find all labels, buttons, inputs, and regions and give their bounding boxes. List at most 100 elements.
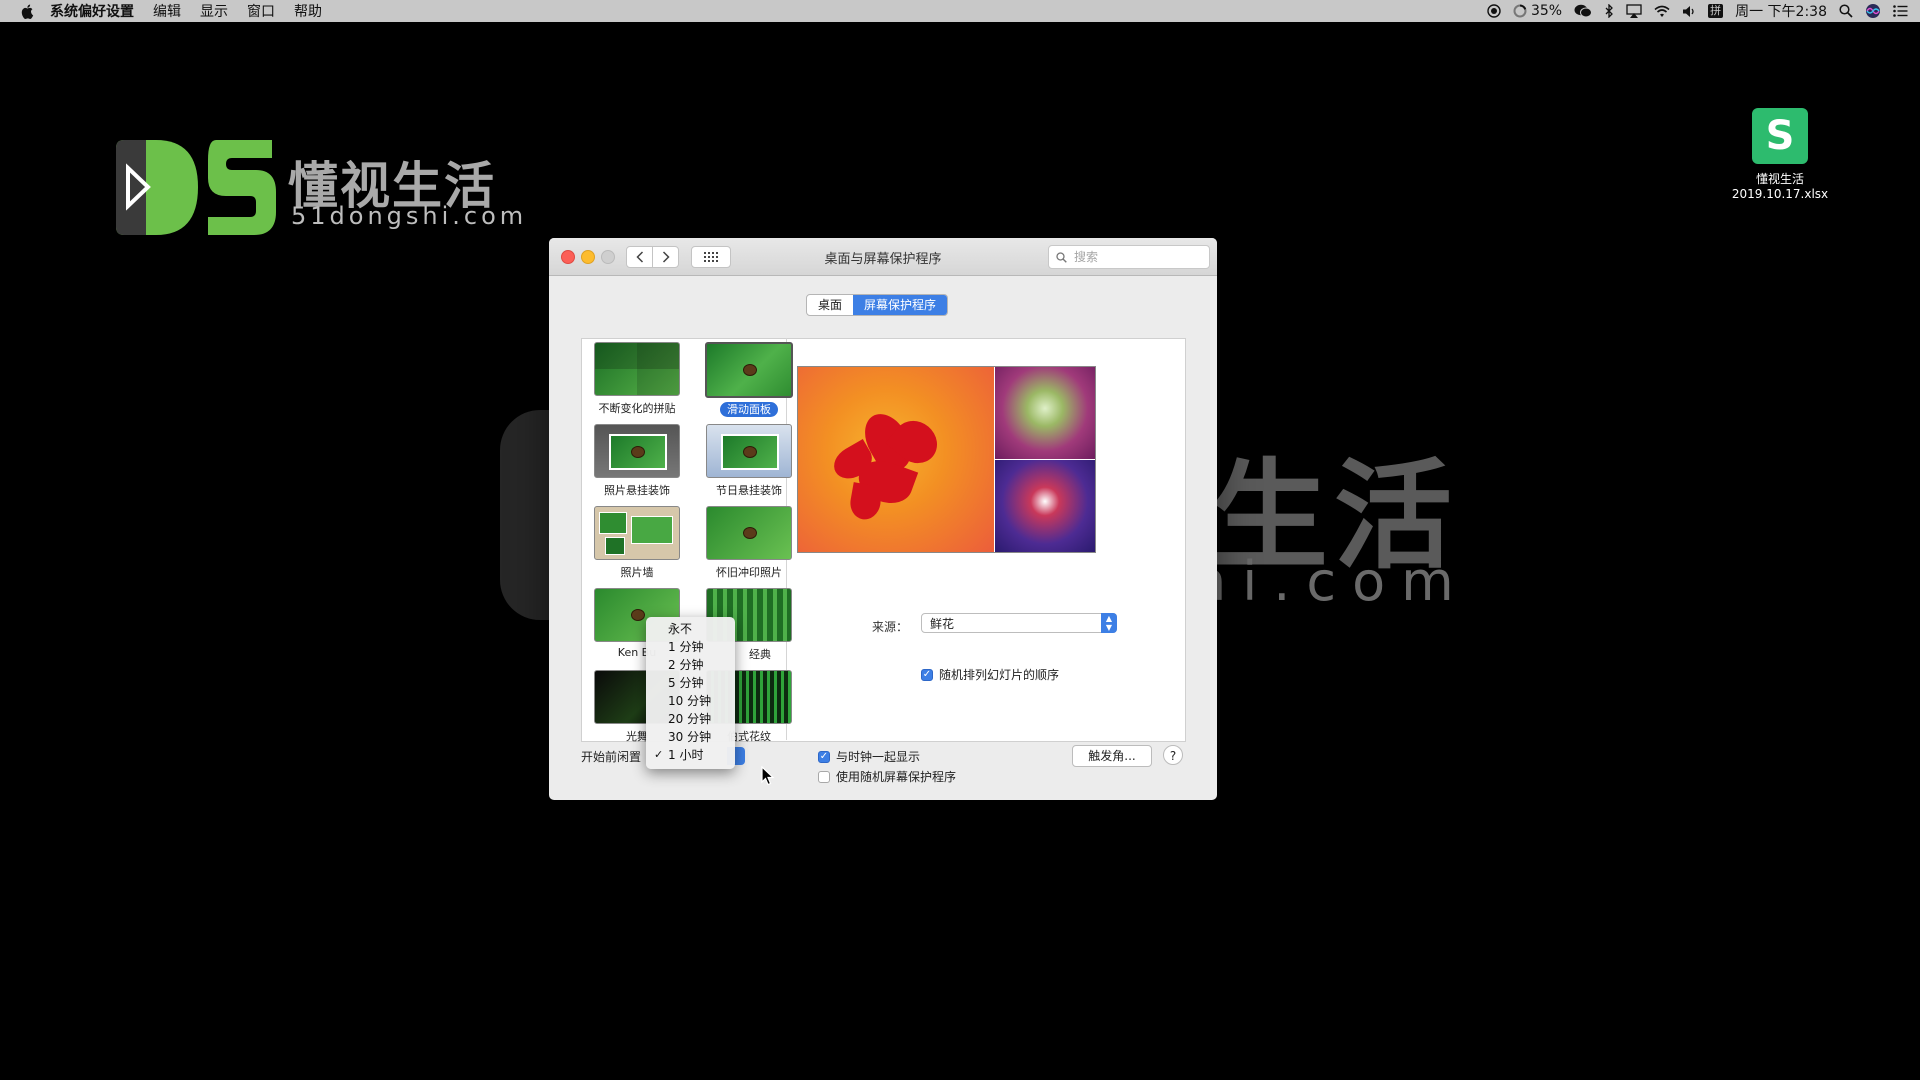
source-label: 来源： [872, 620, 909, 634]
menu-help[interactable]: 帮助 [294, 1, 322, 21]
window-titlebar[interactable]: 桌面与屏幕保护程序 [549, 238, 1217, 276]
screensaver-thumbnail [705, 342, 793, 398]
screensaver-item-holiday-mobile[interactable]: 节日悬挂装饰 [699, 424, 799, 498]
checkmark-icon: ✓ [654, 748, 664, 761]
battery-ring-icon [1513, 4, 1527, 18]
preview-flower-bottom-right [995, 460, 1095, 552]
idle-option-20-min[interactable]: 20 分钟 [646, 710, 735, 728]
hot-corners-button[interactable]: 触发角... [1072, 745, 1152, 767]
search-input[interactable] [1072, 249, 1196, 265]
spreadsheet-file-icon: S [1752, 108, 1808, 164]
ladybug-icon [631, 446, 645, 458]
watermark-url: hi.com [1192, 550, 1470, 613]
search-icon [1056, 251, 1067, 263]
ladybug-icon [743, 364, 757, 376]
screensaver-label: 照片悬挂装饰 [604, 484, 670, 497]
screensaver-thumbnail [594, 506, 680, 560]
shuffle-label: 随机排列幻灯片的顺序 [939, 668, 1060, 682]
spotlight-search-icon[interactable] [1839, 4, 1853, 18]
screensaver-thumbnail [706, 424, 792, 478]
ds-logo-mark-icon [116, 140, 276, 235]
screensaver-item-shifting-tiles[interactable]: 不断变化的拼贴 [587, 342, 687, 416]
tab-bar: 桌面 屏幕保护程序 [806, 294, 949, 316]
preview-flower-main [798, 367, 994, 552]
shuffle-checkbox[interactable]: ✓ [921, 668, 933, 681]
idle-option-label: 1 小时 [668, 748, 704, 762]
notification-center-icon[interactable] [1893, 5, 1908, 17]
brand-logo-url: 51dongshi.com [291, 202, 528, 230]
wechat-icon[interactable] [1574, 4, 1593, 18]
screensaver-label: 不断变化的拼贴 [598, 402, 676, 415]
record-icon[interactable] [1487, 4, 1501, 18]
idle-option-30-min[interactable]: 30 分钟 [646, 728, 735, 746]
show-clock-checkbox-row[interactable]: ✓ 与时钟一起显示 [818, 748, 920, 765]
ladybug-icon [743, 527, 757, 539]
source-value: 鲜花 [930, 617, 955, 631]
random-saver-checkbox[interactable] [818, 770, 830, 783]
updown-arrows-icon: ▲ ▼ [1101, 613, 1117, 633]
random-saver-label: 使用随机屏幕保护程序 [836, 770, 957, 784]
menu-clock[interactable]: 周一 下午2:38 [1735, 1, 1827, 21]
siri-icon[interactable] [1865, 3, 1881, 19]
status-area: 35% 拼 周一 下午2:38 [1475, 0, 1908, 22]
screensaver-item-photo-mobile[interactable]: 照片悬挂装饰 [587, 424, 687, 498]
desktop-file-xlsx[interactable]: S 懂视生活 2019.10.17.xlsx [1720, 108, 1840, 202]
input-method-icon[interactable]: 拼 [1708, 4, 1724, 18]
desktop-file-name-line1: 懂视生活 [1755, 172, 1804, 186]
idle-option-1-hour[interactable]: ✓ 1 小时 [646, 746, 735, 764]
source-select[interactable]: 鲜花 ▲ ▼ [921, 613, 1117, 633]
mouse-cursor-icon [761, 766, 775, 786]
idle-option-label: 2 分钟 [668, 658, 704, 672]
idle-option-label: 5 分钟 [668, 676, 704, 690]
screensaver-item-sliding-panels[interactable]: 滑动面板 [699, 342, 799, 417]
screensaver-label: 照片墙 [620, 566, 654, 579]
menu-view[interactable]: 显示 [200, 1, 228, 21]
idle-option-10-min[interactable]: 10 分钟 [646, 692, 735, 710]
screensaver-thumbnail [594, 424, 680, 478]
idle-option-2-min[interactable]: 2 分钟 [646, 656, 735, 674]
screensaver-label-selected: 滑动面板 [720, 402, 778, 417]
bluetooth-icon[interactable] [1604, 4, 1614, 18]
airplay-icon[interactable] [1626, 4, 1642, 18]
show-clock-label: 与时钟一起显示 [836, 750, 921, 764]
screensaver-label: 节日悬挂装饰 [716, 484, 782, 497]
idle-option-1-min[interactable]: 1 分钟 [646, 638, 735, 656]
idle-option-label: 20 分钟 [668, 712, 712, 726]
ladybug-icon [743, 446, 757, 458]
screensaver-thumbnail [706, 506, 792, 560]
idle-option-never[interactable]: 永不 [646, 620, 735, 638]
screensaver-preview [797, 366, 1096, 553]
idle-option-label: 1 分钟 [668, 640, 704, 654]
tab-screensaver[interactable]: 屏幕保护程序 [853, 295, 948, 315]
tab-desktop[interactable]: 桌面 [807, 295, 853, 315]
desktop-file-name-line2: 2019.10.17.xlsx [1731, 187, 1829, 201]
random-saver-checkbox-row[interactable]: 使用随机屏幕保护程序 [818, 768, 956, 785]
screensaver-item-photo-wall[interactable]: 照片墙 [587, 506, 687, 580]
input-method-label: 拼 [1708, 4, 1724, 18]
menu-window[interactable]: 窗口 [247, 1, 275, 21]
menu-app-name[interactable]: 系统偏好设置 [50, 1, 134, 21]
show-clock-checkbox[interactable]: ✓ [818, 750, 830, 763]
brand-logo: 懂视生活 51dongshi.com [116, 140, 523, 240]
shuffle-checkbox-row[interactable]: ✓ 随机排列幻灯片的顺序 [921, 666, 1059, 683]
screensaver-label: 怀旧冲印照片 [716, 566, 782, 579]
idle-time-label: 开始前闲置 [581, 750, 642, 764]
idle-option-label: 30 分钟 [668, 730, 712, 744]
idle-option-label: 10 分钟 [668, 694, 712, 708]
menu-bar: 系统偏好设置 编辑 显示 窗口 帮助 35% 拼 周一 下午2:38 [0, 0, 1920, 22]
menu-edit[interactable]: 编辑 [153, 1, 181, 21]
battery-status[interactable]: 35% [1513, 3, 1562, 19]
desktop-file-name: 懂视生活 2019.10.17.xlsx [1720, 172, 1840, 202]
screensaver-item-vintage-prints[interactable]: 怀旧冲印照片 [699, 506, 799, 580]
idle-time-menu: 永不 1 分钟 2 分钟 5 分钟 10 分钟 20 分钟 30 分钟 ✓ 1 … [646, 617, 735, 769]
help-button[interactable]: ? [1163, 745, 1183, 765]
apple-icon[interactable] [20, 3, 36, 19]
idle-option-5-min[interactable]: 5 分钟 [646, 674, 735, 692]
idle-option-label: 永不 [668, 622, 693, 636]
volume-icon[interactable] [1682, 5, 1696, 18]
wifi-icon[interactable] [1654, 5, 1670, 18]
screensaver-thumbnail [594, 342, 680, 396]
battery-percent: 35% [1530, 3, 1563, 19]
search-field[interactable] [1048, 245, 1210, 269]
ladybug-icon [631, 609, 645, 621]
